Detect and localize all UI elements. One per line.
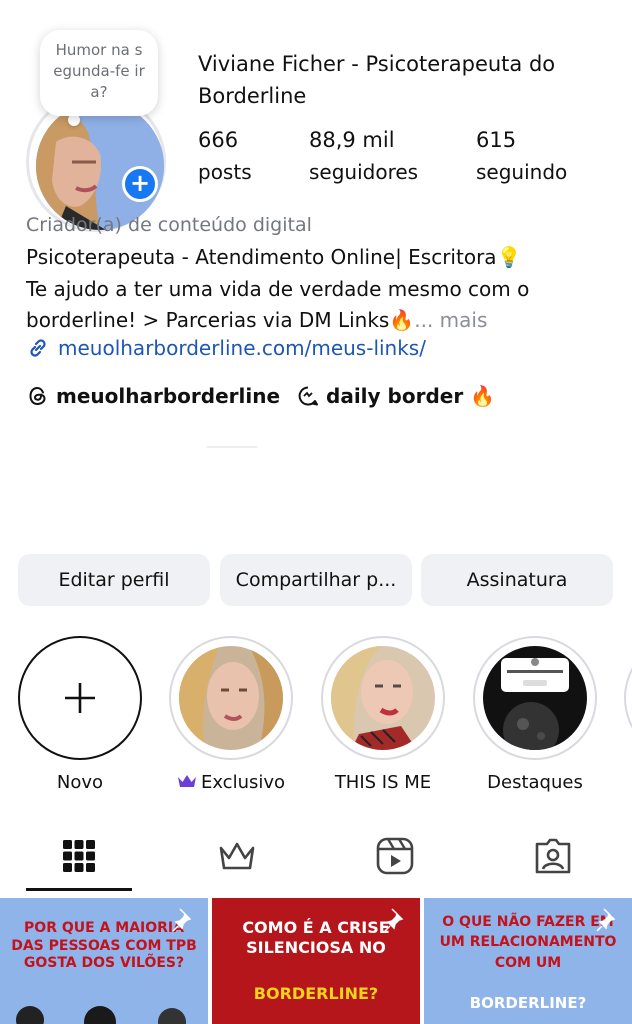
profile-stats: 666 posts 88,9 mil seguidores 615 seguin…	[198, 124, 618, 188]
tab-tagged[interactable]	[533, 836, 573, 876]
stat-posts-count: 666	[198, 128, 239, 152]
profile-name: Viviane Ficher - Psicoterapeuta do Borde…	[198, 52, 556, 108]
highlight-label-exclusive: Exclusivo	[168, 772, 294, 793]
channel-icon	[298, 386, 319, 406]
stat-posts-label: posts	[198, 160, 252, 184]
highlight-label-destaques: Destaques	[487, 772, 583, 793]
add-story-button[interactable]: +	[122, 166, 158, 202]
profile-note-bubble[interactable]: Humor na segunda-fe ira?	[40, 30, 158, 116]
profile-category: Criador(a) de conteúdo digital	[26, 214, 312, 236]
crown-icon	[177, 775, 196, 787]
subscription-button[interactable]: Assinatura	[421, 554, 613, 606]
divider	[206, 446, 258, 448]
stat-followers-count: 88,9 mil	[309, 128, 395, 152]
post-2-text-bottom: BORDERLINE?	[253, 984, 379, 1003]
share-profile-button[interactable]: Compartilhar p...	[220, 554, 412, 606]
tab-grid[interactable]	[59, 836, 99, 876]
grid-icon	[63, 840, 95, 872]
highlight-label-new: Novo	[56, 772, 104, 793]
highlight-ring	[321, 636, 445, 760]
threads-handle: meuolharborderline	[56, 384, 281, 408]
post-tile-1[interactable]: POR QUE A MAIORIA DAS PESSOAS COM TPB GO…	[0, 898, 208, 1024]
threads-icon	[29, 386, 46, 406]
threads-row: meuolharborderline daily border 🔥	[26, 384, 495, 408]
plus-icon	[65, 683, 95, 713]
highlight-label-this-is-me: THIS IS ME	[334, 772, 432, 793]
new-highlight-circle	[18, 636, 142, 760]
tab-reels[interactable]	[375, 836, 415, 876]
channel-name: daily border 🔥	[326, 384, 496, 408]
highlight-partial-next[interactable]	[624, 636, 632, 760]
broadcast-channel-link[interactable]: daily border 🔥	[296, 384, 495, 408]
edit-profile-button[interactable]: Editar perfil	[18, 554, 210, 606]
profile-tabs	[0, 826, 632, 892]
bio-line-3: borderline! > Parcerias via DM Links🔥...…	[26, 308, 487, 332]
link-icon	[30, 339, 46, 357]
stat-posts[interactable]: 666 posts	[198, 124, 252, 188]
bio-line-2: Te ajudo a ter uma vida de verdade mesmo…	[26, 277, 530, 301]
active-tab-indicator	[26, 888, 132, 891]
stat-followers[interactable]: 88,9 mil seguidores	[309, 124, 418, 188]
post-3-text-bottom: BORDERLINE?	[469, 994, 587, 1012]
tagged-person-icon	[535, 838, 571, 874]
pin-icon	[172, 908, 192, 932]
highlight-cover-exclusive	[179, 646, 283, 750]
highlight-label-exclusive-text: Exclusivo	[200, 772, 286, 793]
highlight-ring	[169, 636, 293, 760]
highlight-exclusive[interactable]: Exclusivo	[168, 636, 294, 793]
stat-followers-label: seguidores	[309, 160, 419, 184]
stat-following[interactable]: 615 seguindo	[476, 124, 567, 188]
reels-icon	[376, 837, 414, 875]
crown-icon	[219, 842, 255, 870]
post-tile-3[interactable]: O QUE NÃO FAZER EM UM RELACIONAMENTO COM…	[424, 898, 632, 1024]
highlight-cover-destaques	[483, 646, 587, 750]
stat-following-count: 615	[476, 128, 517, 152]
threads-profile-link[interactable]: meuolharborderline	[26, 384, 280, 408]
pin-icon	[384, 908, 404, 932]
profile-note-text: Humor na segunda-fe ira?	[53, 41, 145, 101]
post-tile-2[interactable]: COMO É A CRISE SILENCIOSA NO BORDERLINE?	[212, 898, 420, 1024]
post-1-illustration	[16, 1006, 186, 1024]
tab-subscriptions[interactable]	[217, 836, 257, 876]
highlight-cover-this-is-me	[331, 646, 435, 750]
highlight-new[interactable]: Novo	[17, 636, 143, 793]
stat-following-label: seguindo	[476, 160, 568, 184]
post-grid: POR QUE A MAIORIA DAS PESSOAS COM TPB GO…	[0, 898, 632, 1024]
highlight-this-is-me[interactable]: THIS IS ME	[320, 636, 446, 793]
profile-link[interactable]: meuolharborderline.com/meus-links/	[26, 336, 426, 360]
bio-line-1: Psicoterapeuta - Atendimento Online| Esc…	[26, 245, 522, 269]
profile-link-text: meuolharborderline.com/meus-links/	[58, 336, 426, 360]
highlight-destaques[interactable]: Destaques	[472, 636, 598, 793]
bio-line-3-text: borderline! > Parcerias via DM Links🔥	[26, 308, 415, 332]
bio-more-link[interactable]: ... mais	[414, 308, 487, 332]
pin-icon	[596, 908, 616, 932]
highlight-ring	[473, 636, 597, 760]
profile-avatar-area[interactable]: + Humor na segunda-fe ira?	[0, 0, 190, 232]
